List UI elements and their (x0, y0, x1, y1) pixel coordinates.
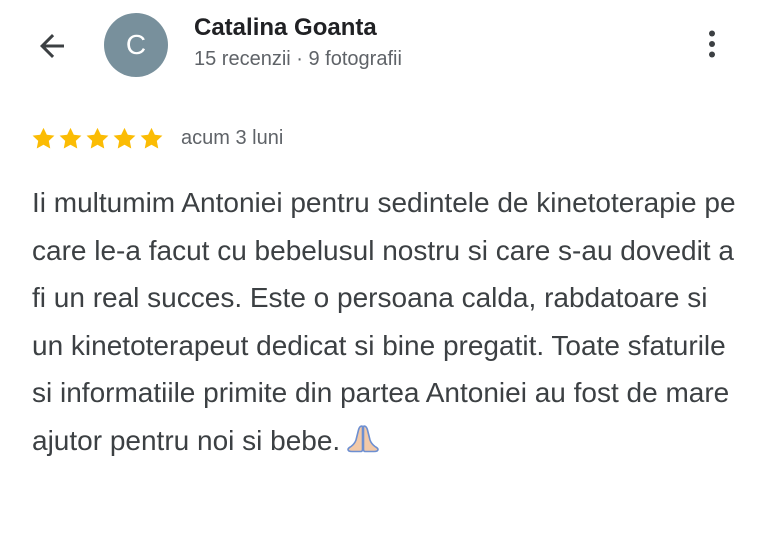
more-vert-icon (709, 30, 715, 58)
star-rating (30, 125, 165, 152)
reviewer-stats: 15 recenzii · 9 fotografii (194, 48, 402, 70)
star-icon (140, 127, 163, 148)
back-button[interactable] (30, 24, 74, 68)
more-options-button[interactable] (690, 22, 734, 66)
review-date: acum 3 luni (181, 126, 284, 149)
folded-hands-icon (346, 421, 380, 469)
avatar[interactable]: C (104, 13, 168, 77)
reviewer-name[interactable]: Catalina Goanta (194, 14, 377, 42)
review-header: C Catalina Goanta 15 recenzii · 9 fotogr… (0, 0, 768, 100)
arrow-back-icon (40, 34, 64, 58)
avatar-letter: C (125, 29, 147, 60)
star-icon (113, 127, 136, 148)
rating-row: acum 3 luni (30, 122, 283, 154)
review-text-block: Ii multumim Antoniei pentru sedintele de… (32, 179, 744, 468)
star-icon (59, 127, 82, 148)
review-text: Ii multumim Antoniei pentru sedintele de… (32, 187, 736, 456)
star-icon (32, 127, 55, 148)
star-icon (86, 127, 109, 148)
